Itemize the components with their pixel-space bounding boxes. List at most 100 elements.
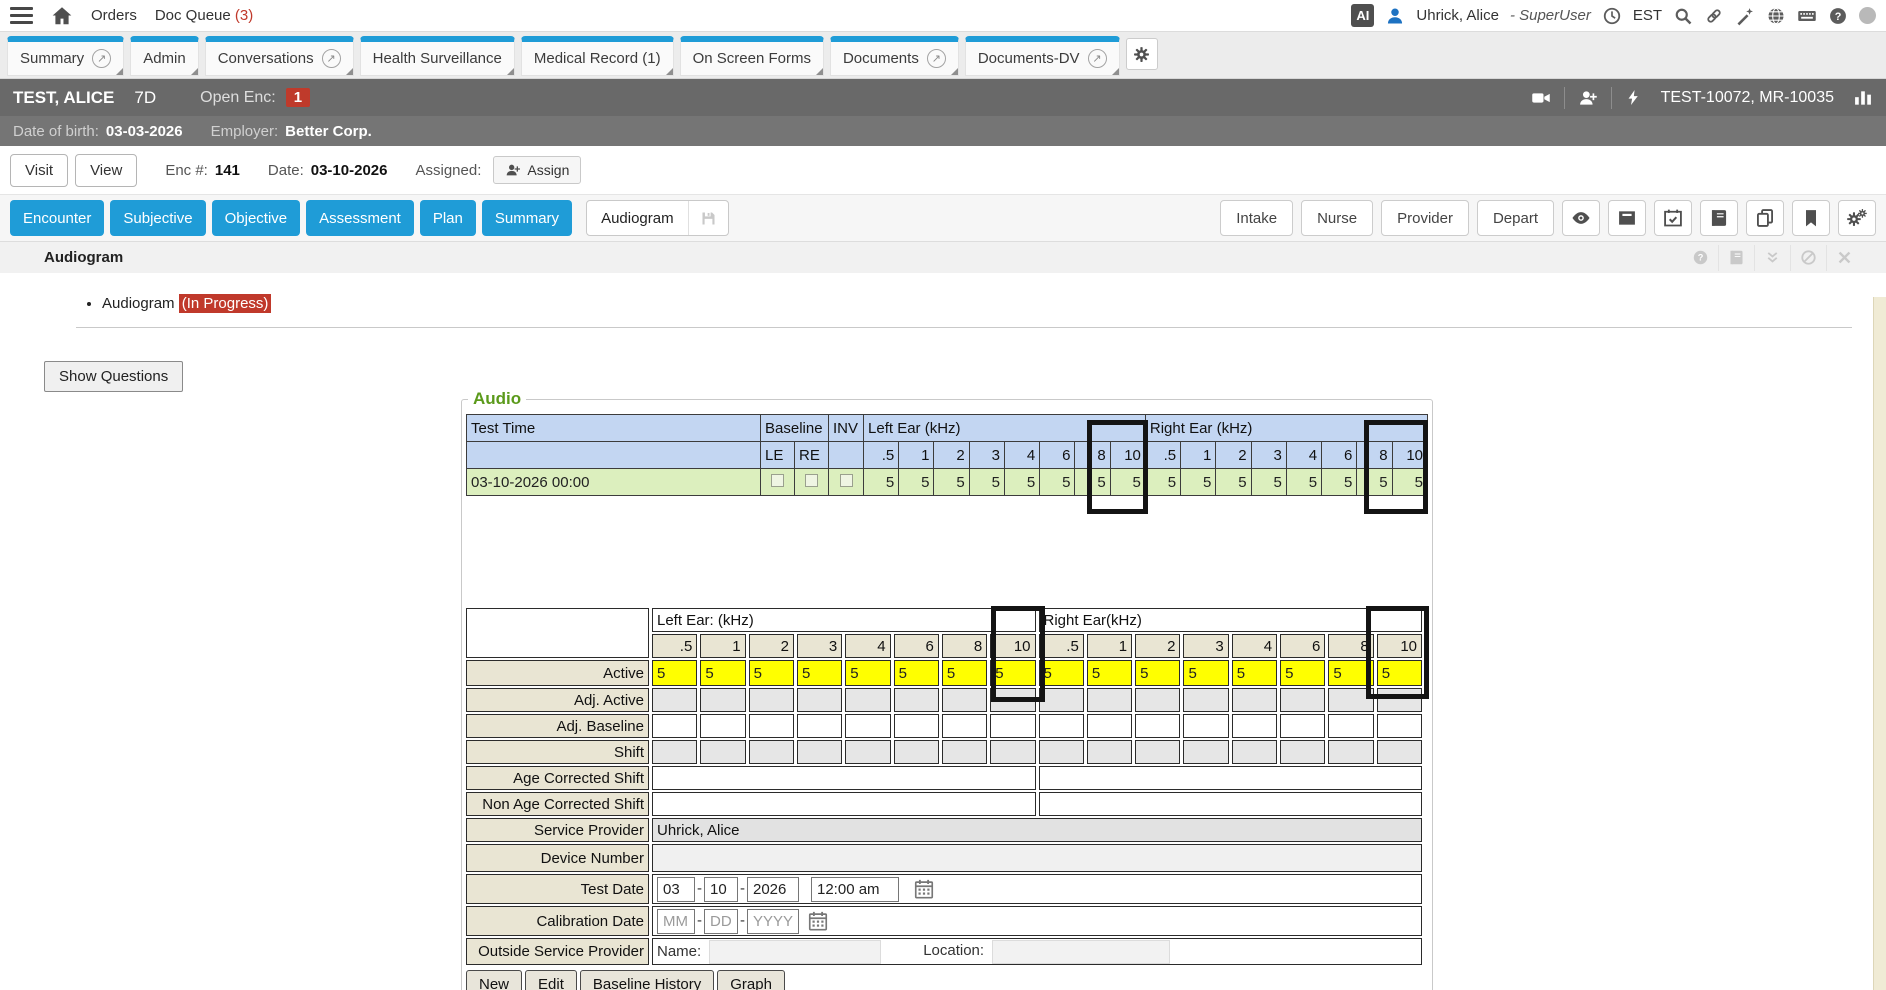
shift-cell[interactable]	[894, 740, 939, 764]
journal-button[interactable]	[1700, 200, 1738, 236]
adj-baseline-cell[interactable]	[1087, 714, 1132, 738]
shift-cell[interactable]	[700, 740, 745, 764]
active-value-cell[interactable]: 5	[700, 660, 745, 686]
home-icon[interactable]	[51, 5, 73, 27]
tab-health-surveillance[interactable]: Health Surveillance	[360, 36, 515, 76]
active-value-cell[interactable]: 5	[942, 660, 987, 686]
adj-active-cell[interactable]	[1039, 688, 1084, 712]
globe-button[interactable]	[1766, 6, 1786, 26]
shift-cell[interactable]	[1280, 740, 1325, 764]
test-date-calendar-button[interactable]	[913, 878, 935, 900]
active-value-cell[interactable]: 5	[797, 660, 842, 686]
menu-icon[interactable]	[10, 7, 33, 25]
test-time-input[interactable]	[811, 877, 899, 902]
view-button[interactable]: View	[75, 154, 137, 187]
adj-active-cell[interactable]	[1377, 688, 1422, 712]
tab-medical-record-1[interactable]: Medical Record (1)	[521, 36, 674, 76]
shift-cell[interactable]	[652, 740, 697, 764]
shift-cell[interactable]	[1232, 740, 1277, 764]
nav-doc-queue[interactable]: Doc Queue (3)	[155, 7, 253, 24]
user-name[interactable]: Uhrick, Alice	[1416, 7, 1499, 24]
open-enc-badge[interactable]: 1	[286, 88, 310, 107]
shift-cell[interactable]	[1377, 740, 1422, 764]
active-value-cell[interactable]: 5	[894, 660, 939, 686]
archive-button[interactable]	[1608, 200, 1646, 236]
active-value-cell[interactable]: 5	[1232, 660, 1277, 686]
active-value-cell[interactable]: 5	[1328, 660, 1373, 686]
tab-on-screen-forms[interactable]: On Screen Forms	[680, 36, 824, 76]
active-value-cell[interactable]: 5	[749, 660, 794, 686]
shift-cell[interactable]	[1183, 740, 1228, 764]
outside-location-input[interactable]	[992, 940, 1170, 964]
shift-cell[interactable]	[749, 740, 794, 764]
visit-button[interactable]: Visit	[10, 154, 68, 187]
calibration-calendar-button[interactable]	[807, 910, 829, 932]
close-button[interactable]	[1826, 245, 1862, 271]
adj-baseline-cell[interactable]	[1183, 714, 1228, 738]
edit-button[interactable]: Edit	[525, 970, 577, 990]
gears-button[interactable]	[1838, 200, 1876, 236]
adj-active-cell[interactable]	[942, 688, 987, 712]
test-date-year-input[interactable]	[747, 877, 799, 902]
stage-button-depart[interactable]: Depart	[1477, 200, 1554, 236]
baseline-re-checkbox[interactable]	[805, 474, 818, 487]
search-button[interactable]	[1673, 6, 1693, 26]
active-value-cell[interactable]: 5	[1039, 660, 1084, 686]
video-camera-icon[interactable]	[1531, 88, 1551, 108]
adj-active-cell[interactable]	[845, 688, 890, 712]
stage-button-provider[interactable]: Provider	[1381, 200, 1469, 236]
stage-button-nurse[interactable]: Nurse	[1301, 200, 1373, 236]
note-tab-encounter[interactable]: Encounter	[10, 200, 104, 236]
active-value-cell[interactable]: 5	[1087, 660, 1132, 686]
baseline-history-button[interactable]: Baseline History	[580, 970, 714, 990]
active-value-cell[interactable]: 5	[652, 660, 697, 686]
shift-cell[interactable]	[1135, 740, 1180, 764]
stage-button-intake[interactable]: Intake	[1220, 200, 1293, 236]
save-button[interactable]	[689, 210, 728, 227]
adj-active-cell[interactable]	[1232, 688, 1277, 712]
tab-admin[interactable]: Admin	[130, 36, 199, 76]
new-button[interactable]: New	[466, 970, 522, 990]
active-value-cell[interactable]: 5	[1377, 660, 1422, 686]
adj-active-cell[interactable]	[990, 688, 1035, 712]
shift-cell[interactable]	[1328, 740, 1373, 764]
adj-baseline-cell[interactable]	[749, 714, 794, 738]
cal-check-button[interactable]	[1654, 200, 1692, 236]
adj-active-cell[interactable]	[652, 688, 697, 712]
active-value-cell[interactable]: 5	[990, 660, 1035, 686]
calibration-year-input[interactable]	[747, 909, 799, 934]
disable-button[interactable]	[1790, 245, 1826, 271]
adj-baseline-cell[interactable]	[942, 714, 987, 738]
adj-baseline-cell[interactable]	[652, 714, 697, 738]
adj-active-cell[interactable]	[1087, 688, 1132, 712]
person-add-icon[interactable]	[1578, 88, 1598, 108]
adj-baseline-cell[interactable]	[1280, 714, 1325, 738]
active-value-cell[interactable]: 5	[1135, 660, 1180, 686]
wand-button[interactable]	[1735, 6, 1755, 26]
active-value-cell[interactable]: 5	[845, 660, 890, 686]
device-number-input[interactable]	[652, 844, 1422, 872]
audiogram-tab-group[interactable]: Audiogram	[586, 200, 729, 236]
adj-baseline-cell[interactable]	[700, 714, 745, 738]
keyboard-button[interactable]	[1797, 6, 1817, 26]
note-tab-subjective[interactable]: Subjective	[110, 200, 205, 236]
nav-orders[interactable]: Orders	[91, 7, 137, 24]
adj-active-cell[interactable]	[797, 688, 842, 712]
shift-cell[interactable]	[845, 740, 890, 764]
tab-documents-dv[interactable]: Documents-DV↗	[965, 36, 1120, 76]
copy-button[interactable]	[1746, 200, 1784, 236]
active-value-cell[interactable]: 5	[1280, 660, 1325, 686]
adj-baseline-cell[interactable]	[1328, 714, 1373, 738]
tab-summary[interactable]: Summary↗	[7, 36, 124, 76]
lightning-icon[interactable]	[1625, 89, 1642, 106]
help-button[interactable]	[1682, 245, 1718, 271]
shift-cell[interactable]	[990, 740, 1035, 764]
adj-active-cell[interactable]	[894, 688, 939, 712]
show-questions-button[interactable]: Show Questions	[44, 361, 183, 392]
inv-checkbox[interactable]	[840, 474, 853, 487]
bookmark-button[interactable]	[1792, 200, 1830, 236]
calibration-month-input[interactable]	[657, 909, 695, 934]
adj-baseline-cell[interactable]	[845, 714, 890, 738]
tab-documents[interactable]: Documents↗	[830, 36, 959, 76]
adj-baseline-cell[interactable]	[797, 714, 842, 738]
